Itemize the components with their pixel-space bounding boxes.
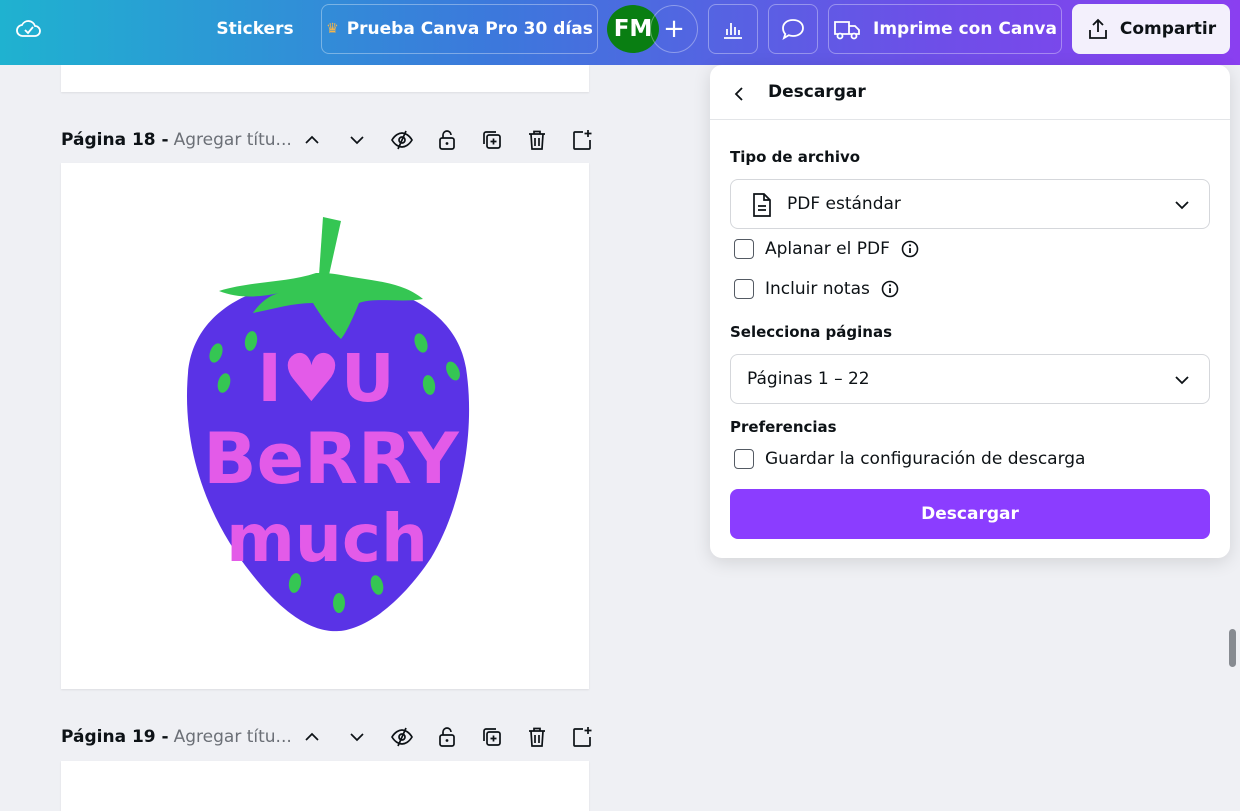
info-icon[interactable] (901, 240, 919, 258)
chevron-down-icon[interactable] (334, 125, 379, 155)
print-label: Imprime con Canva (873, 19, 1057, 39)
page-number-label: Página 18 - (61, 130, 169, 150)
flatten-pdf-option: Aplanar el PDF (734, 237, 919, 261)
file-type-value: PDF estándar (787, 194, 901, 214)
file-type-select[interactable]: PDF estándar (730, 179, 1210, 229)
info-icon[interactable] (881, 280, 899, 298)
chevron-down-icon[interactable] (334, 722, 379, 752)
strawberry-stem (319, 217, 341, 275)
back-chevron-icon[interactable] (728, 82, 752, 106)
add-collaborator-button[interactable]: + (650, 5, 698, 53)
trash-icon[interactable] (514, 125, 559, 155)
flatten-pdf-checkbox[interactable] (734, 239, 754, 259)
share-button[interactable]: Compartir (1072, 4, 1230, 54)
add-page-icon[interactable] (559, 722, 604, 752)
download-panel-title: Descargar (768, 82, 866, 102)
vertical-scrollbar-thumb[interactable] (1229, 629, 1236, 667)
insights-button[interactable] (708, 4, 758, 54)
bar-chart-icon (724, 23, 742, 39)
hide-page-icon[interactable] (379, 722, 424, 752)
cloud-save-icon[interactable] (12, 4, 46, 54)
include-notes-label: Incluir notas (765, 279, 870, 299)
lock-icon[interactable] (424, 125, 469, 155)
chevron-up-icon[interactable] (289, 125, 334, 155)
crown-icon: ♛ (326, 21, 339, 37)
include-notes-option: Incluir notas (734, 277, 899, 301)
document-icon (753, 193, 771, 217)
pages-select[interactable]: Páginas 1 – 22 (730, 354, 1210, 404)
try-pro-button[interactable]: ♛ Prueba Canva Pro 30 días (321, 4, 598, 54)
download-button[interactable]: Descargar (730, 489, 1210, 539)
comments-button[interactable] (768, 4, 818, 54)
download-panel-header: Descargar (710, 65, 1230, 120)
top-bar: Stickers ♛ Prueba Canva Pro 30 días FM +… (0, 0, 1240, 65)
trash-icon[interactable] (514, 722, 559, 752)
page-actions (289, 722, 604, 752)
design-title[interactable]: Stickers (204, 4, 306, 54)
chevron-down-icon (1175, 201, 1189, 210)
page-19-canvas[interactable] (61, 761, 589, 811)
preferences-label: Preferencias (730, 418, 837, 436)
artwork-line1: I♥U (257, 340, 394, 417)
include-notes-checkbox[interactable] (734, 279, 754, 299)
plus-icon: + (663, 14, 685, 44)
page-19-header: Página 19 - Agregar títu... (61, 722, 591, 752)
chevron-down-icon (1175, 376, 1189, 385)
duplicate-icon[interactable] (469, 722, 514, 752)
page-17-canvas[interactable] (61, 65, 589, 92)
print-with-canva-button[interactable]: Imprime con Canva (828, 4, 1062, 54)
share-label: Compartir (1119, 19, 1217, 39)
chevron-up-icon[interactable] (289, 722, 334, 752)
try-pro-label: Prueba Canva Pro 30 días (346, 19, 593, 39)
add-page-icon[interactable] (559, 125, 604, 155)
select-pages-label: Selecciona páginas (730, 323, 893, 341)
page-title-input[interactable]: Agregar títu... (174, 727, 292, 747)
lock-icon[interactable] (424, 722, 469, 752)
pages-value: Páginas 1 – 22 (747, 369, 870, 389)
strawberry-illustration[interactable]: I♥U BeRRY much (61, 163, 589, 689)
duplicate-icon[interactable] (469, 125, 514, 155)
page-18-canvas[interactable]: I♥U BeRRY much (61, 163, 589, 689)
artwork-line3: much (226, 500, 428, 577)
save-settings-option: Guardar la configuración de descarga (734, 447, 1085, 471)
flatten-pdf-label: Aplanar el PDF (765, 239, 890, 259)
download-panel: Descargar Tipo de archivo PDF estándar A… (710, 65, 1230, 558)
comment-icon (782, 19, 804, 40)
save-settings-label: Guardar la configuración de descarga (765, 449, 1086, 469)
page-18-header: Página 18 - Agregar títu... (61, 125, 591, 155)
save-settings-checkbox[interactable] (734, 449, 754, 469)
page-title-input[interactable]: Agregar títu... (174, 130, 292, 150)
page-number-label: Página 19 - (61, 727, 169, 747)
hide-page-icon[interactable] (379, 125, 424, 155)
upload-icon (1088, 18, 1107, 39)
truck-icon (834, 21, 860, 40)
file-type-label: Tipo de archivo (730, 148, 861, 166)
artwork-line2: BeRRY (203, 418, 460, 500)
page-actions (289, 125, 604, 155)
